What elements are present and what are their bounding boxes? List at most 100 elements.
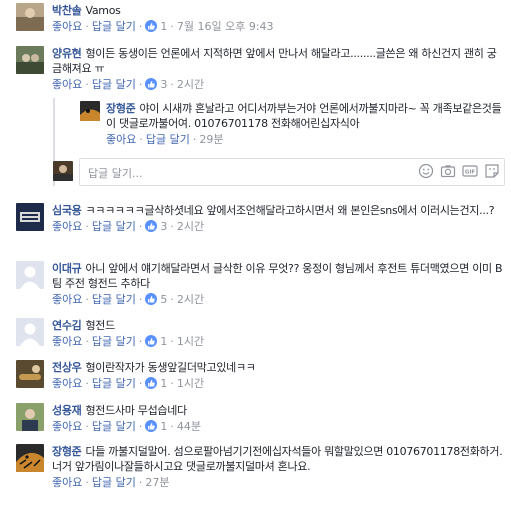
like-count[interactable]: 1	[145, 377, 167, 390]
like-count[interactable]: 1	[145, 20, 167, 33]
avatar[interactable]	[16, 444, 44, 472]
separator: ·	[85, 220, 89, 233]
thumbs-up-icon	[145, 20, 158, 32]
reply-link[interactable]: 답글 달기	[92, 20, 136, 33]
comment-text: 다들 까불지덜말어. 섬으로팔아넘기기전에십자석들아 뭐할말있으면 010767…	[52, 445, 503, 473]
timestamp[interactable]: 7월 16일 오후 9:43	[177, 20, 274, 33]
thumbs-up-icon	[145, 377, 158, 389]
comment-text: 형이든 동생이든 언론에서 지적하면 앞에서 만나서 해달라고........글…	[52, 47, 497, 75]
avatar[interactable]	[16, 203, 44, 231]
separator: ·	[85, 20, 89, 33]
comment-author[interactable]: 양유현	[52, 47, 82, 60]
comment-text: 형전드사마 무섭습네다	[85, 404, 187, 417]
avatar	[53, 161, 73, 181]
like-link[interactable]: 좋아요	[52, 78, 82, 91]
like-link[interactable]: 좋아요	[52, 476, 82, 489]
separator: ·	[138, 476, 143, 489]
separator: ·	[85, 377, 89, 390]
like-count[interactable]: 1	[145, 335, 167, 348]
separator: ·	[170, 293, 174, 306]
reply-link[interactable]: 답글 달기	[92, 220, 136, 233]
avatar[interactable]	[16, 261, 44, 289]
timestamp[interactable]: 44분	[177, 420, 201, 433]
comment-text: 아니 앞에서 얘기해달라면서 글삭한 이유 무엇?? 웅정이 형님께서 후전트 …	[52, 262, 503, 290]
comment-author[interactable]: 연수김	[52, 319, 82, 332]
timestamp[interactable]: 1시간	[177, 335, 204, 348]
avatar[interactable]	[16, 360, 44, 388]
sticker-icon[interactable]	[484, 163, 500, 179]
svg-text:GIF: GIF	[465, 170, 476, 176]
gif-icon[interactable]: GIF	[462, 163, 478, 179]
avatar[interactable]	[16, 403, 44, 431]
separator: ·	[192, 133, 197, 146]
separator: ·	[85, 335, 89, 348]
reply-link[interactable]: 답글 달기	[92, 420, 136, 433]
timestamp[interactable]: 29분	[199, 133, 223, 146]
like-count[interactable]: 3	[145, 78, 167, 91]
timestamp[interactable]: 2시간	[177, 78, 204, 91]
timestamp[interactable]: 27분	[145, 476, 169, 489]
separator: ·	[170, 20, 174, 33]
separator: ·	[170, 420, 174, 433]
comment-text: 형전드	[85, 319, 115, 332]
like-count[interactable]: 3	[145, 220, 167, 233]
reply-input[interactable]: 답글 달기... GIF	[79, 158, 505, 186]
separator: ·	[139, 133, 143, 146]
timestamp[interactable]: 2시간	[177, 293, 204, 306]
reply-placeholder: 답글 달기...	[88, 167, 143, 180]
comment-author[interactable]: 전상우	[52, 361, 82, 374]
comment-text: ㅋㅋㅋㅋㅋㅋ글삭하셧네요 앞에서조언해달라고하시면서 왜 본인은sns에서 이러…	[85, 204, 495, 217]
reply-link[interactable]: 답글 달기	[92, 377, 136, 390]
reply-link[interactable]: 답글 달기	[92, 78, 136, 91]
reply-link[interactable]: 답글 달기	[92, 293, 136, 306]
comment-author[interactable]: 성용재	[52, 404, 82, 417]
avatar[interactable]	[16, 3, 44, 31]
like-link[interactable]: 좋아요	[52, 377, 82, 390]
comment-text: 형이란작자가 동생앞길더막고있네ㅋㅋ	[85, 361, 256, 374]
thumbs-up-icon	[145, 293, 158, 305]
thumbs-up-icon	[145, 78, 158, 90]
like-link[interactable]: 좋아요	[52, 293, 82, 306]
separator: ·	[138, 293, 143, 306]
like-link[interactable]: 좋아요	[106, 133, 136, 146]
comment-author[interactable]: 장형준	[106, 102, 136, 115]
avatar[interactable]	[16, 46, 44, 74]
avatar[interactable]	[80, 101, 100, 121]
camera-icon[interactable]	[440, 163, 456, 179]
separator: ·	[138, 420, 143, 433]
separator: ·	[85, 78, 89, 91]
separator: ·	[170, 220, 174, 233]
timestamp[interactable]: 2시간	[177, 220, 204, 233]
avatar[interactable]	[16, 318, 44, 346]
thumbs-up-icon	[145, 335, 158, 347]
comment-text: Vamos	[85, 4, 121, 17]
comment-author[interactable]: 박찬솔	[52, 4, 82, 17]
separator: ·	[138, 20, 143, 33]
like-link[interactable]: 좋아요	[52, 220, 82, 233]
comment-author[interactable]: 심국용	[52, 204, 82, 217]
separator: ·	[85, 476, 89, 489]
comment-author[interactable]: 장형준	[52, 445, 82, 458]
separator: ·	[138, 78, 143, 91]
comment-text: 야이 시새꺄 혼날라고 어디서까부는거야 언론에서까불지마라~ 꼭 개족보같은것…	[106, 102, 502, 130]
separator: ·	[85, 420, 89, 433]
separator: ·	[170, 335, 174, 348]
separator: ·	[85, 293, 89, 306]
separator: ·	[138, 220, 143, 233]
separator: ·	[138, 377, 143, 390]
emoji-icon[interactable]	[418, 163, 434, 179]
like-link[interactable]: 좋아요	[52, 20, 82, 33]
like-count[interactable]: 5	[145, 293, 167, 306]
comment-author[interactable]: 이대규	[52, 262, 82, 275]
like-link[interactable]: 좋아요	[52, 335, 82, 348]
thumbs-up-icon	[145, 420, 158, 432]
reply-link[interactable]: 답글 달기	[92, 476, 136, 489]
timestamp[interactable]: 1시간	[177, 377, 204, 390]
like-count[interactable]: 1	[145, 420, 167, 433]
like-link[interactable]: 좋아요	[52, 420, 82, 433]
separator: ·	[138, 335, 143, 348]
reply-link[interactable]: 답글 달기	[146, 133, 190, 146]
comment-thread: 박찬솔 Vamos 좋아요 · 답글 달기 · 1 · 7월 16일 오후 9:43 양유현 형…	[0, 0, 511, 514]
reply-link[interactable]: 답글 달기	[92, 335, 136, 348]
separator: ·	[170, 78, 174, 91]
